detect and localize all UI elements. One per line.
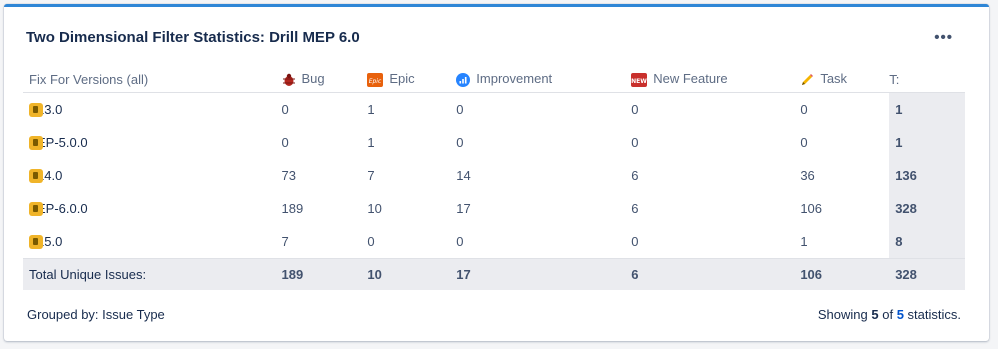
more-options-button[interactable]: ••• bbox=[934, 29, 953, 46]
total-statistics-link[interactable]: 5 bbox=[897, 307, 904, 322]
version-icon bbox=[29, 103, 43, 118]
table-row: 14.0 73 7 14 6 36 136 bbox=[23, 159, 965, 192]
version-cell[interactable]: EP-6.0.0 bbox=[23, 192, 282, 225]
table-row: EP-6.0.0 189 10 17 6 106 328 bbox=[23, 192, 965, 225]
cell-total[interactable]: 328 bbox=[889, 192, 965, 225]
cell-task[interactable]: 0 bbox=[800, 126, 889, 159]
table-row: EP-5.0.0 0 1 0 0 0 1 bbox=[23, 126, 965, 159]
column-header-task[interactable]: Task bbox=[800, 66, 890, 93]
cell-new-feature[interactable]: 0 bbox=[631, 225, 800, 259]
improvement-icon bbox=[456, 72, 471, 87]
cell-bug[interactable]: 0 bbox=[282, 126, 368, 159]
total-new-feature[interactable]: 6 bbox=[631, 258, 801, 290]
total-task[interactable]: 106 bbox=[800, 258, 890, 290]
totals-row: Total Unique Issues: 189 10 17 6 106 328 bbox=[23, 258, 965, 290]
cell-epic[interactable]: 1 bbox=[367, 126, 456, 159]
shown-count: 5 bbox=[871, 307, 879, 322]
cell-bug[interactable]: 189 bbox=[282, 192, 368, 225]
version-icon bbox=[29, 169, 43, 184]
cell-new-feature[interactable]: 0 bbox=[631, 126, 800, 159]
totals-label: Total Unique Issues: bbox=[23, 258, 282, 290]
version-cell[interactable]: 14.0 bbox=[23, 159, 282, 192]
version-cell[interactable]: 13.0 bbox=[23, 93, 282, 127]
version-icon bbox=[29, 235, 43, 250]
column-header-epic[interactable]: Epic Epic bbox=[367, 66, 457, 93]
cell-new-feature[interactable]: 0 bbox=[631, 93, 800, 127]
cell-task[interactable]: 0 bbox=[800, 93, 889, 127]
cell-bug[interactable]: 0 bbox=[282, 93, 368, 127]
svg-text:Epic: Epic bbox=[369, 78, 382, 85]
gadget-title: Two Dimensional Filter Statistics: Drill… bbox=[26, 29, 360, 46]
cell-task[interactable]: 36 bbox=[800, 159, 889, 192]
grouped-by-label: Grouped by: Issue Type bbox=[27, 307, 165, 322]
version-icon bbox=[29, 136, 43, 151]
cell-task[interactable]: 1 bbox=[800, 225, 889, 259]
version-icon bbox=[29, 202, 43, 217]
cell-bug[interactable]: 7 bbox=[282, 225, 368, 259]
statistics-table: Fix For Versions (all) Bug Epic Epic Imp… bbox=[23, 66, 965, 290]
column-header-bug[interactable]: Bug bbox=[281, 66, 368, 93]
cell-improvement[interactable]: 0 bbox=[456, 126, 631, 159]
cell-epic[interactable]: 7 bbox=[367, 159, 456, 192]
cell-improvement[interactable]: 0 bbox=[456, 225, 631, 259]
cell-task[interactable]: 106 bbox=[800, 192, 889, 225]
cell-total[interactable]: 8 bbox=[889, 225, 965, 259]
version-cell[interactable]: EP-5.0.0 bbox=[23, 126, 282, 159]
task-pencil-icon bbox=[802, 73, 814, 85]
column-header-versions[interactable]: Fix For Versions (all) bbox=[23, 66, 282, 93]
gadget-card: Two Dimensional Filter Statistics: Drill… bbox=[4, 4, 989, 341]
cell-total[interactable]: 1 bbox=[889, 92, 965, 126]
table-row: 15.0 7 0 0 0 1 8 bbox=[23, 225, 965, 259]
cell-improvement[interactable]: 17 bbox=[456, 192, 631, 225]
cell-epic[interactable]: 10 bbox=[367, 192, 456, 225]
svg-text:NEW: NEW bbox=[631, 78, 647, 85]
cell-total[interactable]: 136 bbox=[889, 159, 965, 192]
table-row: 13.0 0 1 0 0 0 1 bbox=[23, 92, 965, 127]
cell-epic[interactable]: 0 bbox=[367, 225, 456, 259]
column-header-improvement[interactable]: Improvement bbox=[456, 66, 632, 93]
version-cell[interactable]: 15.0 bbox=[23, 225, 282, 259]
column-header-total[interactable]: T: bbox=[889, 66, 965, 93]
cell-bug[interactable]: 73 bbox=[282, 159, 368, 192]
showing-statistics-text: Showing 5 of 5 statistics. bbox=[817, 307, 961, 322]
cell-total[interactable]: 1 bbox=[889, 126, 965, 159]
cell-improvement[interactable]: 0 bbox=[456, 93, 631, 127]
cell-new-feature[interactable]: 6 bbox=[631, 159, 800, 192]
cell-improvement[interactable]: 14 bbox=[456, 159, 631, 192]
total-epic[interactable]: 10 bbox=[367, 258, 457, 290]
new-feature-icon: NEW bbox=[631, 72, 648, 87]
total-bug[interactable]: 189 bbox=[281, 258, 368, 290]
bug-icon bbox=[282, 73, 295, 86]
epic-icon: Epic bbox=[367, 72, 384, 87]
total-improvement[interactable]: 17 bbox=[456, 258, 632, 290]
cell-new-feature[interactable]: 6 bbox=[631, 192, 800, 225]
cell-epic[interactable]: 1 bbox=[367, 93, 456, 127]
column-header-new-feature[interactable]: NEW New Feature bbox=[631, 66, 801, 93]
total-all[interactable]: 328 bbox=[889, 258, 965, 290]
table-header-row: Fix For Versions (all) Bug Epic Epic Imp… bbox=[23, 66, 965, 93]
